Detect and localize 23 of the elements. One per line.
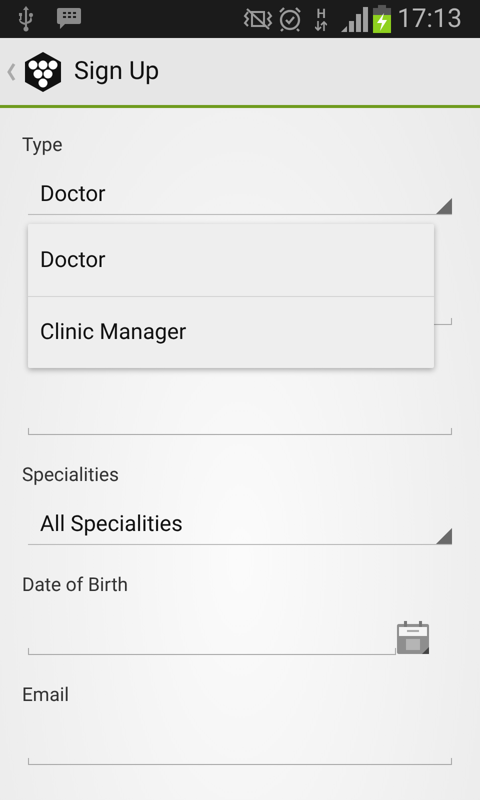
chat-icon: [56, 7, 82, 31]
back-chevron-icon[interactable]: [6, 62, 16, 82]
clock-time: 17:13: [397, 6, 462, 32]
screen-title: Sign Up: [74, 56, 160, 88]
dropdown-option[interactable]: Clinic Manager: [28, 296, 434, 368]
field-label: Date of Birth: [22, 572, 128, 598]
usb-icon: [18, 6, 34, 32]
signal-icon: [341, 6, 370, 32]
network-type: H: [316, 8, 326, 20]
battery-icon: [373, 5, 392, 33]
dropdown-spinner[interactable]: Doctor: [28, 175, 452, 215]
calendar-icon[interactable]: [396, 621, 430, 655]
alarm-icon: [277, 6, 304, 32]
spinner-corner-icon: [436, 198, 452, 214]
data-arrows-icon: [315, 20, 328, 30]
field-label: Specialities: [22, 462, 119, 488]
vibrate-mute-icon: [243, 8, 274, 30]
spinner-corner-icon: [436, 528, 452, 544]
hexagon-logo-icon[interactable]: [24, 52, 62, 92]
field-label: Type: [22, 132, 62, 158]
dropdown-spinner[interactable]: All Specialities: [28, 505, 452, 545]
dropdown-option[interactable]: Doctor: [28, 224, 434, 296]
field-label: Email: [22, 682, 70, 708]
